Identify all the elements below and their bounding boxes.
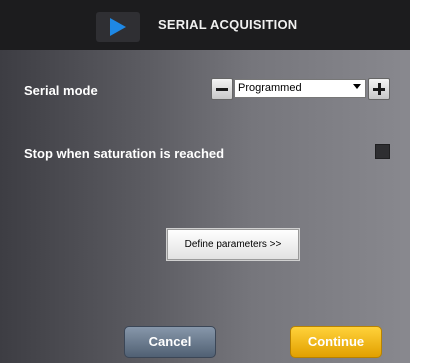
play-icon-button[interactable] <box>96 12 140 42</box>
define-parameters-button[interactable]: Define parameters >> <box>167 229 299 260</box>
stop-saturation-checkbox[interactable] <box>375 144 390 159</box>
continue-button[interactable]: Continue <box>290 326 382 358</box>
stop-saturation-label: Stop when saturation is reached <box>24 146 225 161</box>
serial-mode-value: Programmed <box>238 82 302 94</box>
play-icon <box>110 18 126 36</box>
serial-acquisition-dialog: SERIAL ACQUISITION Serial mode Programme… <box>0 0 422 363</box>
dialog-title: SERIAL ACQUISITION <box>158 17 298 32</box>
decrement-mode-button[interactable] <box>211 78 233 100</box>
serial-mode-label: Serial mode <box>24 83 98 98</box>
serial-mode-select[interactable]: Programmed <box>234 79 366 98</box>
title-bar: SERIAL ACQUISITION <box>0 0 410 50</box>
increment-mode-button[interactable] <box>368 78 390 100</box>
window-edge <box>410 0 422 363</box>
cancel-button[interactable]: Cancel <box>124 326 216 358</box>
minus-icon <box>216 88 228 91</box>
dropdown-arrow-icon <box>353 84 361 89</box>
